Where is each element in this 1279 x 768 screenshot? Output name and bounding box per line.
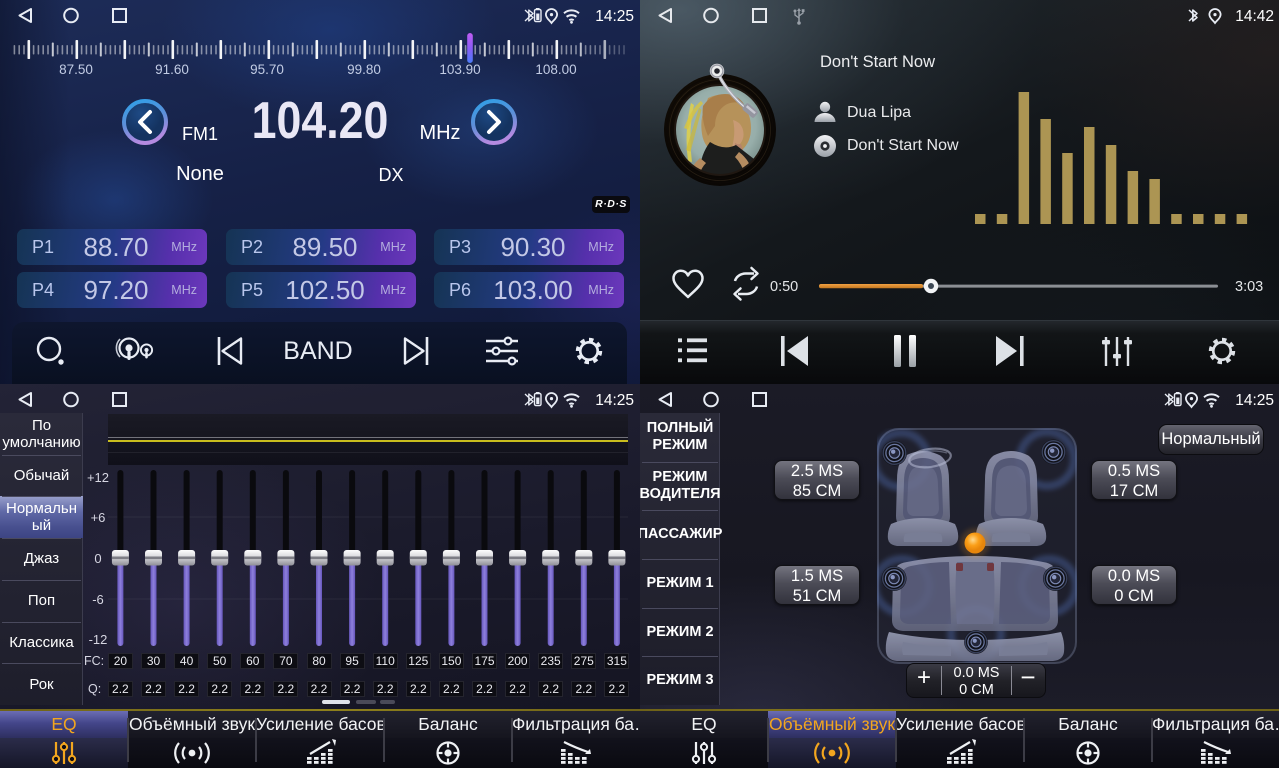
svg-text:BAND: BAND [283, 337, 352, 365]
